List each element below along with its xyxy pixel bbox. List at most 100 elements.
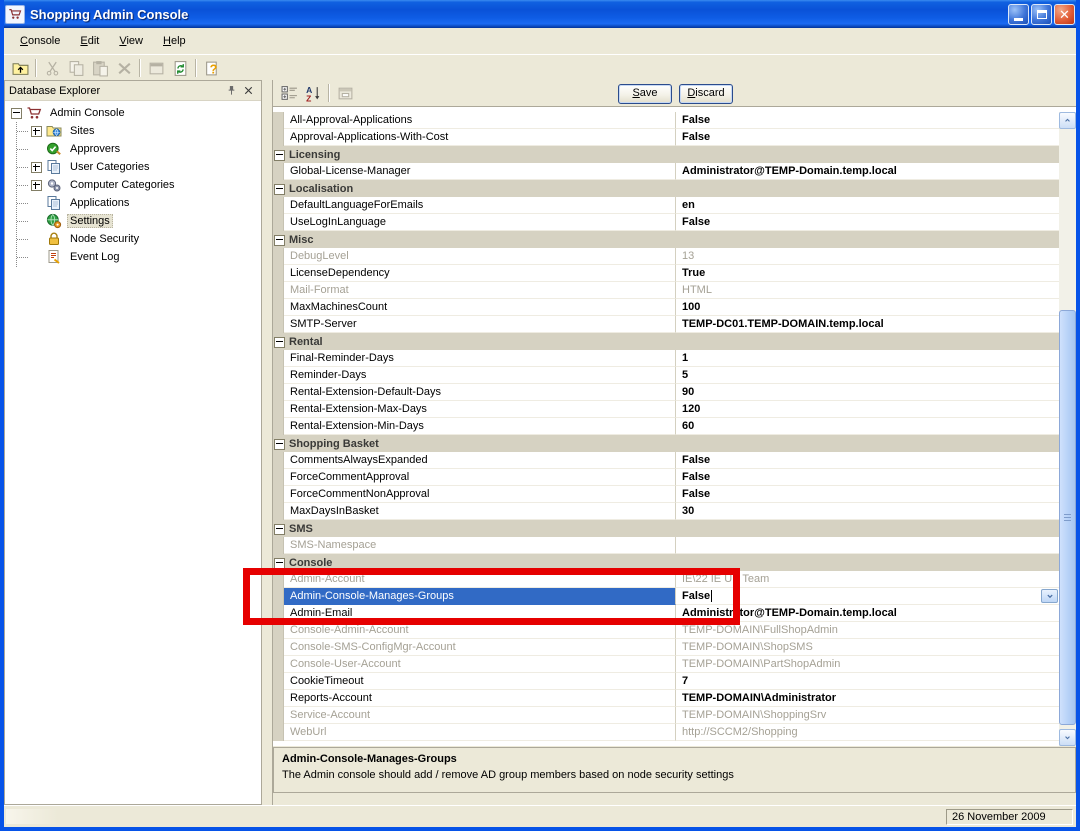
property-value[interactable]: HTML bbox=[676, 282, 1059, 299]
property-value[interactable]: 100 bbox=[676, 299, 1059, 316]
property-name[interactable]: Global-License-Manager bbox=[284, 163, 676, 180]
property-name[interactable]: ForceCommentNonApproval bbox=[284, 486, 676, 503]
property-value[interactable]: False bbox=[676, 214, 1059, 231]
maximize-button[interactable] bbox=[1031, 4, 1052, 25]
property-name[interactable]: Admin-Account bbox=[284, 571, 676, 588]
property-name[interactable]: Admin-Email bbox=[284, 605, 676, 622]
property-row-maxdaysinbasket[interactable]: MaxDaysInBasket30 bbox=[273, 503, 1059, 520]
category-row-localisation[interactable]: Localisation bbox=[273, 180, 1059, 197]
property-name[interactable]: Console-Admin-Account bbox=[284, 622, 676, 639]
menu-help[interactable]: Help bbox=[153, 31, 196, 51]
property-name[interactable]: CommentsAlwaysExpanded bbox=[284, 452, 676, 469]
property-value[interactable]: False bbox=[676, 452, 1059, 469]
collapse-icon[interactable] bbox=[274, 184, 285, 195]
property-value[interactable]: False bbox=[676, 129, 1059, 146]
collapse-icon[interactable] bbox=[11, 108, 22, 119]
property-row-rental-extension-default-days[interactable]: Rental-Extension-Default-Days90 bbox=[273, 384, 1059, 401]
tree-item-computer-categories[interactable]: Computer Categories bbox=[5, 176, 261, 194]
property-row-service-account[interactable]: Service-AccountTEMP-DOMAIN\ShoppingSrv bbox=[273, 707, 1059, 724]
property-value[interactable]: False bbox=[676, 469, 1059, 486]
property-name[interactable]: WebUrl bbox=[284, 724, 676, 741]
property-row-admin-console-manages-groups[interactable]: Admin-Console-Manages-GroupsFalse bbox=[273, 588, 1059, 605]
up-one-level-button[interactable] bbox=[8, 57, 32, 79]
property-value[interactable]: 7 bbox=[676, 673, 1059, 690]
property-value[interactable]: http://SCCM2/Shopping bbox=[676, 724, 1059, 741]
property-name[interactable]: ForceCommentApproval bbox=[284, 469, 676, 486]
tree-item-approvers[interactable]: Approvers bbox=[5, 140, 261, 158]
minimize-button[interactable] bbox=[1008, 4, 1029, 25]
property-row-smtp-server[interactable]: SMTP-ServerTEMP-DC01.TEMP-DOMAIN.temp.lo… bbox=[273, 316, 1059, 333]
property-value[interactable]: 5 bbox=[676, 367, 1059, 384]
property-value[interactable]: TEMP-DOMAIN\ShopSMS bbox=[676, 639, 1059, 656]
property-value[interactable]: False bbox=[676, 588, 1059, 605]
property-name[interactable]: Console-User-Account bbox=[284, 656, 676, 673]
collapse-icon[interactable] bbox=[274, 150, 285, 161]
scroll-up-button[interactable] bbox=[1059, 112, 1076, 129]
property-name[interactable]: SMS-Namespace bbox=[284, 537, 676, 554]
tree-item-user-categories[interactable]: User Categories bbox=[5, 158, 261, 176]
property-name[interactable]: SMTP-Server bbox=[284, 316, 676, 333]
value-dropdown-button[interactable] bbox=[1041, 589, 1058, 603]
category-row-licensing[interactable]: Licensing bbox=[273, 146, 1059, 163]
property-name[interactable]: All-Approval-Applications bbox=[284, 112, 676, 129]
property-name[interactable]: MaxDaysInBasket bbox=[284, 503, 676, 520]
property-row-reminder-days[interactable]: Reminder-Days5 bbox=[273, 367, 1059, 384]
property-row-console-user-account[interactable]: Console-User-AccountTEMP-DOMAIN\PartShop… bbox=[273, 656, 1059, 673]
property-row-maxmachinescount[interactable]: MaxMachinesCount100 bbox=[273, 299, 1059, 316]
tree-item-sites[interactable]: Sites bbox=[5, 122, 261, 140]
property-row-all-approval-applications[interactable]: All-Approval-ApplicationsFalse bbox=[273, 112, 1059, 129]
vertical-scrollbar[interactable] bbox=[1059, 112, 1076, 746]
property-name[interactable]: Final-Reminder-Days bbox=[284, 350, 676, 367]
tree-item-applications[interactable]: Applications bbox=[5, 194, 261, 212]
property-row-useloginlanguage[interactable]: UseLogInLanguageFalse bbox=[273, 214, 1059, 231]
category-row-misc[interactable]: Misc bbox=[273, 231, 1059, 248]
property-value[interactable]: Administrator@TEMP-Domain.temp.local bbox=[676, 163, 1059, 180]
tree-item-settings[interactable]: Settings bbox=[5, 212, 261, 230]
pin-icon[interactable] bbox=[223, 83, 240, 99]
property-name[interactable]: DebugLevel bbox=[284, 248, 676, 265]
property-name[interactable]: Rental-Extension-Default-Days bbox=[284, 384, 676, 401]
discard-button[interactable]: Discard bbox=[679, 84, 733, 104]
property-row-approval-applications-with-cost[interactable]: Approval-Applications-With-CostFalse bbox=[273, 129, 1059, 146]
property-name[interactable]: LicenseDependency bbox=[284, 265, 676, 282]
property-value[interactable]: True bbox=[676, 265, 1059, 282]
property-value[interactable]: TEMP-DOMAIN\FullShopAdmin bbox=[676, 622, 1059, 639]
collapse-icon[interactable] bbox=[274, 337, 285, 348]
property-value[interactable]: TEMP-DOMAIN\PartShopAdmin bbox=[676, 656, 1059, 673]
property-value[interactable] bbox=[676, 537, 1059, 554]
collapse-icon[interactable] bbox=[274, 558, 285, 569]
panel-splitter[interactable] bbox=[262, 80, 272, 805]
category-row-console[interactable]: Console bbox=[273, 554, 1059, 571]
property-value[interactable]: TEMP-DOMAIN\Administrator bbox=[676, 690, 1059, 707]
property-value[interactable]: TEMP-DOMAIN\ShoppingSrv bbox=[676, 707, 1059, 724]
property-name[interactable]: Reminder-Days bbox=[284, 367, 676, 384]
property-name[interactable]: Rental-Extension-Max-Days bbox=[284, 401, 676, 418]
help-button[interactable]: ? bbox=[200, 57, 224, 79]
property-name[interactable]: CookieTimeout bbox=[284, 673, 676, 690]
tree-item-admin-console[interactable]: Admin Console bbox=[5, 104, 261, 122]
property-row-forcecommentapproval[interactable]: ForceCommentApprovalFalse bbox=[273, 469, 1059, 486]
property-value[interactable]: IE\22 IE UK Team bbox=[676, 571, 1059, 588]
collapse-icon[interactable] bbox=[274, 439, 285, 450]
category-row-rental[interactable]: Rental bbox=[273, 333, 1059, 350]
property-row-admin-account[interactable]: Admin-AccountIE\22 IE UK Team bbox=[273, 571, 1059, 588]
property-value[interactable]: 90 bbox=[676, 384, 1059, 401]
menu-console[interactable]: Console bbox=[10, 31, 70, 51]
save-button[interactable]: Save bbox=[618, 84, 672, 104]
collapse-icon[interactable] bbox=[274, 235, 285, 246]
property-row-forcecommentnonapproval[interactable]: ForceCommentNonApprovalFalse bbox=[273, 486, 1059, 503]
property-row-console-admin-account[interactable]: Console-Admin-AccountTEMP-DOMAIN\FullSho… bbox=[273, 622, 1059, 639]
property-name[interactable]: Service-Account bbox=[284, 707, 676, 724]
property-value[interactable]: False bbox=[676, 112, 1059, 129]
property-row-global-license-manager[interactable]: Global-License-ManagerAdministrator@TEMP… bbox=[273, 163, 1059, 180]
property-value[interactable]: 30 bbox=[676, 503, 1059, 520]
property-name[interactable]: Console-SMS-ConfigMgr-Account bbox=[284, 639, 676, 656]
expand-icon[interactable] bbox=[31, 162, 42, 173]
property-name[interactable]: UseLogInLanguage bbox=[284, 214, 676, 231]
collapse-icon[interactable] bbox=[274, 524, 285, 535]
refresh-button[interactable] bbox=[168, 57, 192, 79]
tree-item-event-log[interactable]: Event Log bbox=[5, 248, 261, 266]
property-row-rental-extension-max-days[interactable]: Rental-Extension-Max-Days120 bbox=[273, 401, 1059, 418]
property-value[interactable]: en bbox=[676, 197, 1059, 214]
property-row-final-reminder-days[interactable]: Final-Reminder-Days1 bbox=[273, 350, 1059, 367]
